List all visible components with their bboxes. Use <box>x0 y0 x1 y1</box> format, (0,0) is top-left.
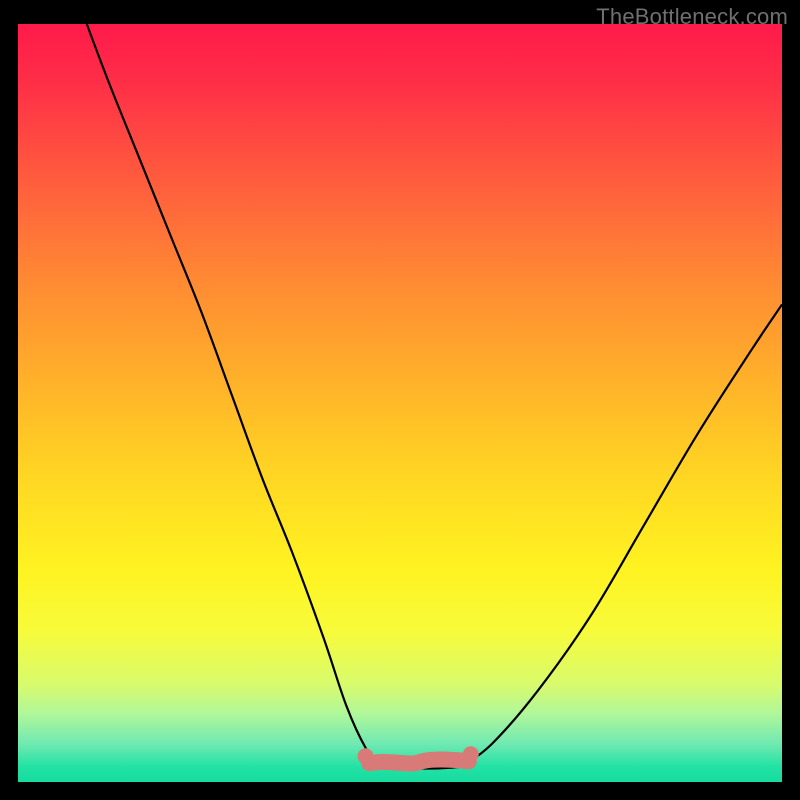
plot-area <box>18 24 782 782</box>
left-curve <box>87 24 381 767</box>
curve-layer <box>18 24 782 782</box>
watermark-text: TheBottleneck.com <box>596 4 788 30</box>
right-curve <box>461 304 782 766</box>
marker-end-right <box>463 746 479 762</box>
pink-flat-marker <box>369 760 468 764</box>
chart-frame: TheBottleneck.com <box>0 0 800 800</box>
marker-end-left <box>357 748 373 764</box>
